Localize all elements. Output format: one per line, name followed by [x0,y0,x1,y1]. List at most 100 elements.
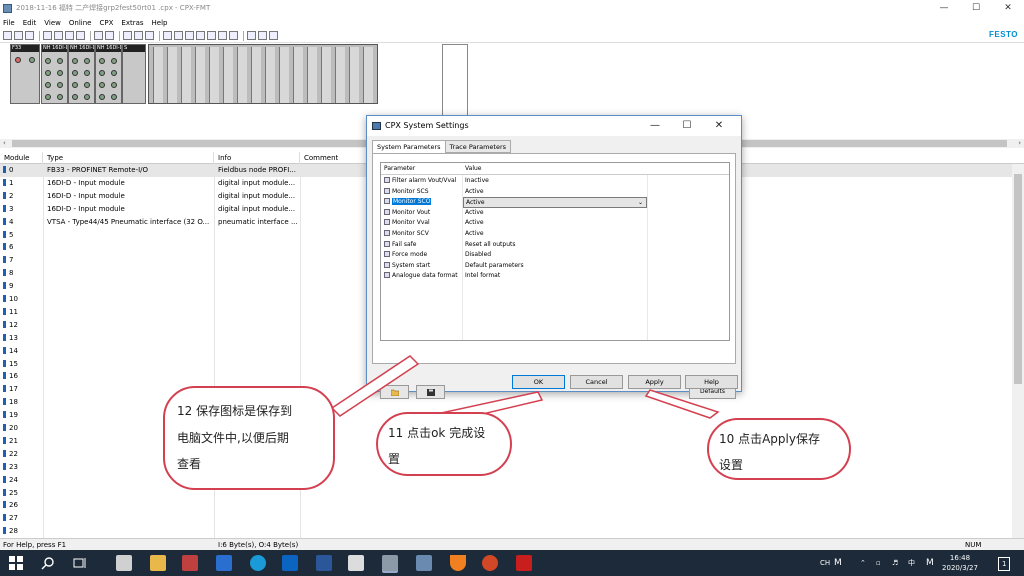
menu-file[interactable]: File [3,19,15,27]
tools-icon[interactable] [258,31,267,40]
menu-edit[interactable]: Edit [23,19,37,27]
search-icon[interactable] [40,555,56,571]
parameter-row[interactable]: Fail safe Reset all outputs [381,240,729,251]
module-icon[interactable] [123,31,132,40]
ok-button[interactable]: OK [512,375,565,389]
valve-terminal[interactable] [148,44,378,104]
tab-system-parameters[interactable]: System Parameters [372,140,446,154]
module-list-icon[interactable] [134,31,143,40]
notepad-icon[interactable] [348,555,364,571]
notification-icon[interactable]: 1 [998,557,1011,571]
column-header-info[interactable]: Info [214,152,300,164]
parameter-row[interactable]: Monitor SCO Active ⌄ [381,197,729,208]
pneumatic-interface-module[interactable]: S [122,44,146,104]
page-icon[interactable] [94,31,103,40]
column-header-comment[interactable]: Comment [300,152,370,164]
column-header-type[interactable]: Type [43,152,214,164]
windows-start-icon[interactable] [8,555,24,571]
task-view-icon[interactable] [72,555,88,571]
word-icon[interactable] [316,555,332,571]
input-module[interactable]: NH 16DI-D [95,44,122,104]
internet-explorer-icon[interactable] [216,555,232,571]
dialog-close-button[interactable]: ✕ [703,116,735,136]
powerpoint-icon[interactable] [482,555,498,571]
volume-icon[interactable]: ♬ [892,550,898,576]
context-help-icon[interactable] [269,31,278,40]
trace-icon[interactable] [229,31,238,40]
menu-online[interactable]: Online [69,19,92,27]
empty-slot[interactable] [442,44,468,119]
menu-extras[interactable]: Extras [121,19,143,27]
ime-indicator[interactable]: 中 [908,550,915,576]
network-icon[interactable]: ▫ [876,550,881,576]
parameter-value-dropdown[interactable]: Active ⌄ [463,197,647,208]
app-icon[interactable] [182,555,198,571]
diagnosis-icon[interactable] [207,31,216,40]
parameter-row[interactable]: Monitor SCS Active [381,187,729,198]
table-row[interactable]: 19 [0,409,1012,422]
io-icon[interactable] [185,31,194,40]
chevron-down-icon[interactable]: ⌄ [638,198,643,207]
document-icon[interactable] [105,31,114,40]
new-icon[interactable] [3,31,12,40]
parameter-row[interactable]: System start Default parameters [381,261,729,272]
open-icon[interactable] [14,31,23,40]
scroll-left-icon[interactable]: ‹ [3,139,6,148]
table-row[interactable]: 28 [0,525,1012,538]
save-icon[interactable] [25,31,34,40]
clock[interactable]: 16:48 2020/3/27 [930,553,990,573]
scroll-thumb[interactable] [1014,174,1022,384]
app-icon[interactable] [416,555,432,571]
parameter-row[interactable]: Monitor SCV Active [381,229,729,240]
vertical-scrollbar[interactable] [1012,164,1024,538]
close-button[interactable]: ✕ [992,0,1024,16]
paste-icon[interactable] [76,31,85,40]
table-row[interactable]: 25 [0,487,1012,500]
parameter-row[interactable]: Monitor Vout Active [381,208,729,219]
menu-help[interactable]: Help [152,19,168,27]
skype-icon[interactable] [250,555,266,571]
parameter-row[interactable]: Force mode Disabled [381,250,729,261]
tab-trace-parameters[interactable]: Trace Parameters [444,140,512,153]
print-icon[interactable] [145,31,154,40]
online-icon[interactable] [163,31,172,40]
apply-button[interactable]: Apply [628,375,681,389]
input-module[interactable]: NH 16DI-D [68,44,95,104]
language-indicator[interactable]: CH [820,550,830,576]
network-icon[interactable] [174,31,183,40]
table-row[interactable]: 18 [0,396,1012,409]
calculator-icon[interactable] [116,555,132,571]
show-hidden-icons-icon[interactable]: ⌃ [860,550,866,576]
copy-icon[interactable] [65,31,74,40]
vlc-icon[interactable] [450,555,466,571]
dialog-maximize-button[interactable]: ☐ [671,116,703,136]
open-file-button[interactable] [380,385,409,399]
parameter-icon[interactable] [218,31,227,40]
table-row[interactable]: 24 [0,474,1012,487]
help-button[interactable]: Help [685,375,738,389]
column-header-module[interactable]: Module [0,152,43,164]
dialog-minimize-button[interactable]: — [639,116,671,136]
settings-icon[interactable] [196,31,205,40]
table-row[interactable]: 27 [0,512,1012,525]
parameter-row[interactable]: Filter alarm Vout/Vval Inactive [381,176,729,187]
minimize-button[interactable]: — [928,0,960,16]
save-to-file-button[interactable] [416,385,445,399]
input-mode-icon[interactable]: M [834,550,842,576]
scroll-right-icon[interactable]: › [1018,139,1021,148]
table-row[interactable]: 26 [0,499,1012,512]
parameter-row[interactable]: Monitor Vval Active [381,218,729,229]
menu-view[interactable]: View [44,19,61,27]
pdf-reader-icon[interactable] [516,555,532,571]
maximize-button[interactable]: ☐ [960,0,992,16]
menu-cpx[interactable]: CPX [100,19,114,27]
print-preview-icon[interactable] [247,31,256,40]
node-module[interactable]: F33 [10,44,40,104]
cancel-button[interactable]: Cancel [570,375,623,389]
delete-icon[interactable] [43,31,52,40]
cut-icon[interactable] [54,31,63,40]
outlook-icon[interactable] [282,555,298,571]
file-explorer-icon[interactable] [150,555,166,571]
cpx-fmt-icon[interactable] [382,555,398,571]
input-module[interactable]: NH 16DI-D [41,44,68,104]
